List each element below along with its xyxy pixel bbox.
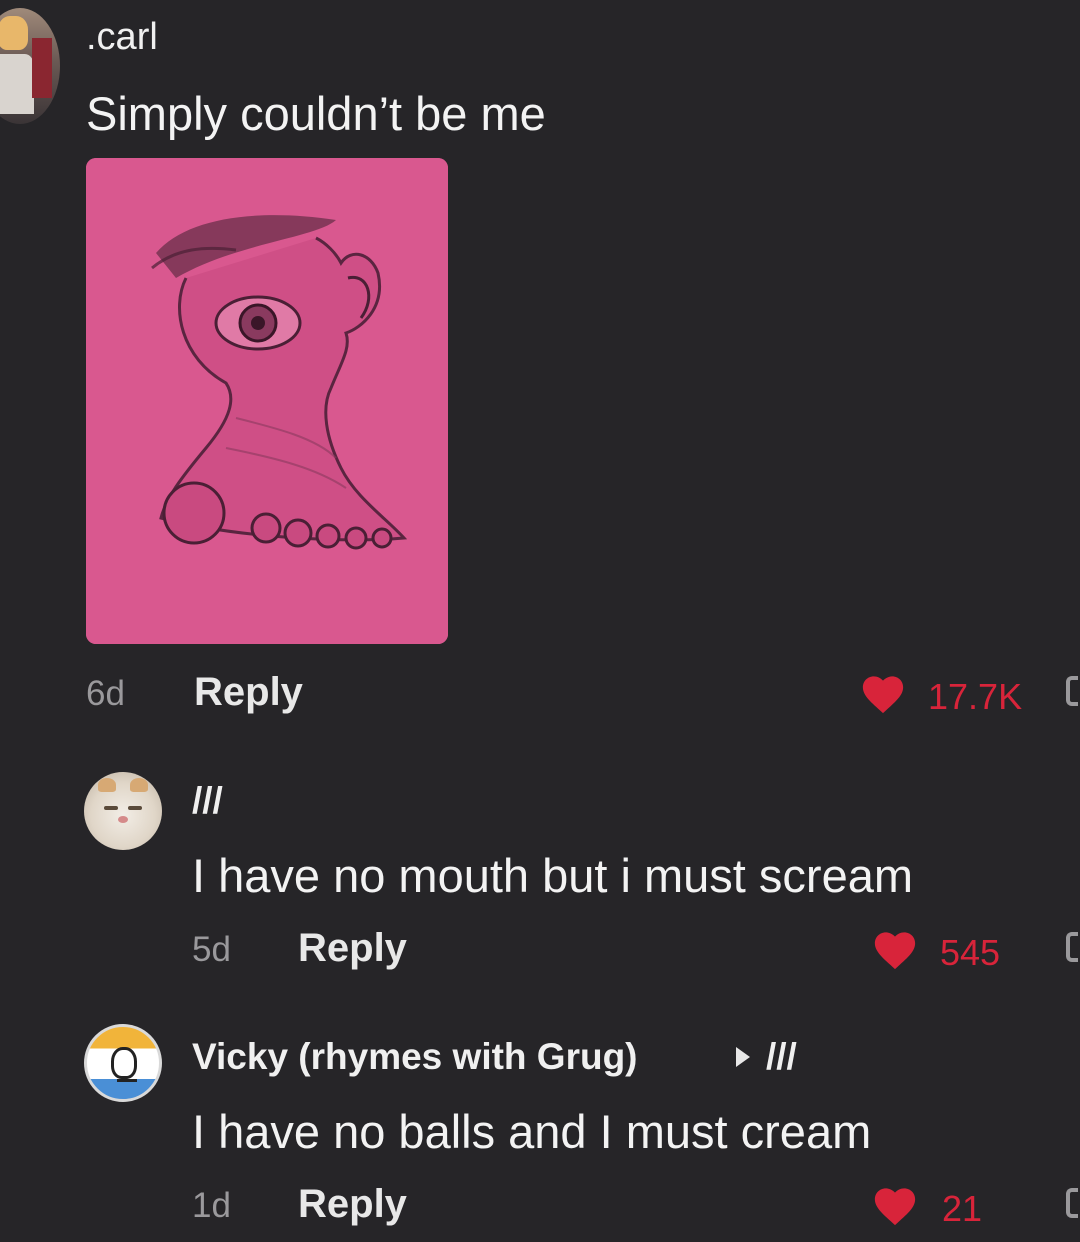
like-count: 17.7K bbox=[928, 676, 1023, 717]
reply-button[interactable]: Reply bbox=[298, 1182, 407, 1227]
reply-to-username[interactable]: /// bbox=[766, 1036, 797, 1078]
comment-username[interactable]: /// bbox=[192, 780, 223, 822]
like-count: 21 bbox=[942, 1188, 983, 1229]
heart-icon[interactable] bbox=[860, 672, 906, 716]
reply-button[interactable]: Reply bbox=[298, 926, 407, 971]
heart-icon[interactable] bbox=[872, 928, 918, 972]
comment-username[interactable]: Vicky (rhymes with Grug) bbox=[192, 1036, 638, 1078]
dislike-icon[interactable] bbox=[1066, 932, 1078, 962]
comment-text: Simply couldn’t be me bbox=[86, 87, 546, 140]
reply-button[interactable]: Reply bbox=[194, 670, 303, 715]
dislike-icon[interactable] bbox=[1066, 1188, 1078, 1218]
comment-text: I have no balls and I must cream bbox=[192, 1105, 872, 1158]
like-count: 545 bbox=[940, 932, 1001, 973]
cartoon-avatar-icon[interactable] bbox=[84, 1024, 162, 1102]
dislike-icon[interactable] bbox=[1066, 676, 1078, 706]
comment-timestamp: 5d bbox=[192, 930, 231, 969]
comment-attached-drawing-image[interactable] bbox=[86, 158, 448, 644]
heart-icon[interactable] bbox=[872, 1184, 918, 1228]
anime-character-avatar-icon[interactable] bbox=[0, 8, 60, 124]
comment-text: I have no mouth but i must scream bbox=[192, 849, 913, 902]
comment-timestamp: 1d bbox=[192, 1186, 231, 1225]
comment-username[interactable]: .carl bbox=[86, 16, 158, 59]
cat-avatar-icon[interactable] bbox=[84, 772, 162, 850]
comment-timestamp: 6d bbox=[86, 674, 125, 713]
reply-arrow-icon bbox=[736, 1047, 750, 1067]
